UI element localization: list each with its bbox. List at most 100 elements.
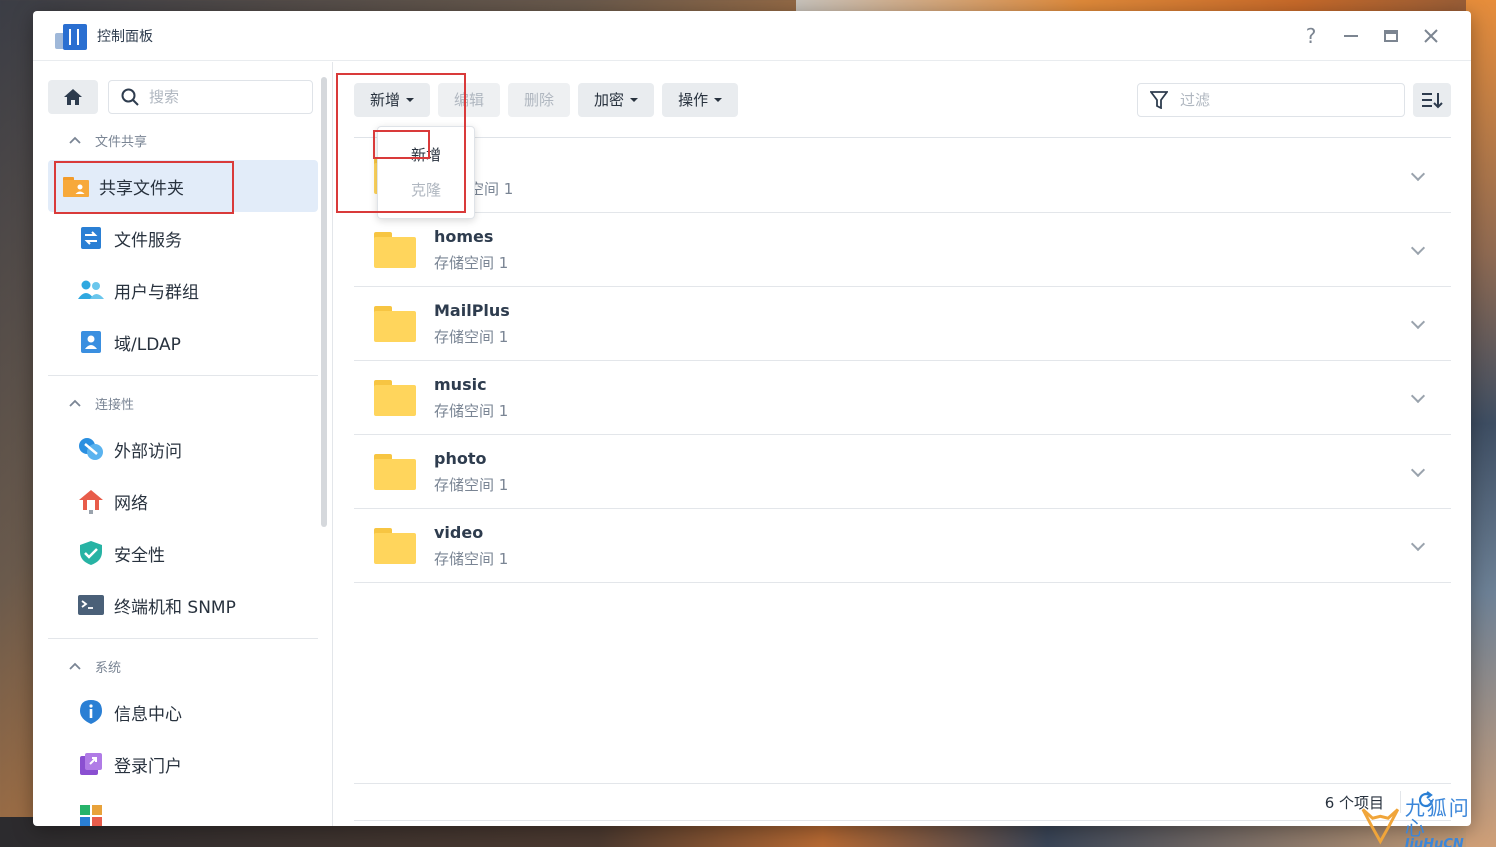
home-icon bbox=[64, 89, 82, 105]
folder-row[interactable]: at 储空间 1 bbox=[354, 139, 1451, 213]
caret-down-icon bbox=[406, 97, 415, 102]
control-panel-window: 控制面板 ? 文件共享 共享 bbox=[33, 11, 1471, 826]
sidebar-item-partial[interactable] bbox=[48, 790, 318, 826]
section-file-sharing[interactable]: 文件共享 bbox=[33, 120, 332, 160]
sidebar-divider bbox=[48, 375, 318, 376]
chevron-down-icon[interactable] bbox=[1410, 462, 1426, 478]
chevron-down-icon[interactable] bbox=[1410, 314, 1426, 330]
sidebar-item-label: 文件服务 bbox=[114, 230, 182, 251]
section-label: 文件共享 bbox=[95, 134, 148, 150]
sidebar-search[interactable] bbox=[108, 80, 313, 114]
fox-logo-icon bbox=[1361, 807, 1400, 844]
folder-row[interactable]: photo 存储空间 1 bbox=[354, 435, 1451, 509]
title-bar[interactable]: 控制面板 ? bbox=[33, 11, 1471, 61]
toolbar: 新增 编辑 删除 加密 操作 bbox=[354, 62, 1451, 138]
menu-item-add[interactable]: 新增 bbox=[378, 137, 474, 172]
add-button[interactable]: 新增 bbox=[354, 82, 431, 117]
folder-icon bbox=[374, 305, 416, 342]
sidebar-item-label: 终端机和 SNMP bbox=[114, 597, 236, 618]
folder-row[interactable]: music 存储空间 1 bbox=[354, 361, 1451, 435]
control-panel-icon bbox=[55, 21, 87, 51]
folder-volume: 存储空间 1 bbox=[434, 401, 509, 420]
edit-button-label: 编辑 bbox=[454, 91, 485, 109]
external-access-icon bbox=[78, 436, 104, 462]
sidebar-item-external-access[interactable]: 外部访问 bbox=[48, 423, 318, 475]
terminal-snmp-icon bbox=[78, 592, 104, 618]
network-icon bbox=[78, 488, 104, 514]
section-label: 连接性 bbox=[95, 397, 135, 413]
chevron-up-icon bbox=[69, 136, 81, 144]
info-center-icon bbox=[78, 699, 104, 725]
action-button-label: 操作 bbox=[678, 91, 709, 109]
sidebar-item-login-portal[interactable]: 登录门户 bbox=[48, 738, 318, 790]
sidebar-scrollbar[interactable] bbox=[321, 77, 327, 527]
sidebar-item-security[interactable]: 安全性 bbox=[48, 527, 318, 579]
app-icon bbox=[78, 803, 104, 826]
sort-icon bbox=[1422, 92, 1443, 108]
close-button[interactable] bbox=[1411, 21, 1451, 51]
sidebar-item-label: 域/LDAP bbox=[114, 334, 181, 355]
chevron-down-icon[interactable] bbox=[1410, 388, 1426, 404]
chevron-down-icon[interactable] bbox=[1410, 240, 1426, 256]
minimize-icon bbox=[1344, 34, 1358, 37]
main-panel: 新增 编辑 删除 加密 操作 过滤 新增 克隆 储空间 1 homes 存储空间… bbox=[354, 62, 1471, 826]
filter-box[interactable] bbox=[1137, 82, 1405, 117]
encrypt-button[interactable]: 加密 bbox=[578, 82, 655, 117]
folder-volume: 存储空间 1 bbox=[434, 475, 509, 494]
sidebar-item-label: 用户与群组 bbox=[114, 282, 199, 303]
home-button[interactable] bbox=[48, 80, 98, 114]
sort-button[interactable] bbox=[1413, 82, 1451, 117]
sidebar-item-label: 网络 bbox=[114, 493, 148, 514]
folder-volume: 存储空间 1 bbox=[434, 253, 509, 272]
sidebar-item-shared-folder[interactable]: 共享文件夹 bbox=[48, 160, 318, 212]
sidebar-item-domain-ldap[interactable]: 域/LDAP bbox=[48, 316, 318, 368]
chevron-down-icon[interactable] bbox=[1410, 536, 1426, 552]
sidebar-divider bbox=[48, 638, 318, 639]
sidebar-item-label: 登录门户 bbox=[114, 756, 182, 777]
delete-button[interactable]: 删除 bbox=[508, 82, 571, 117]
folder-row[interactable]: video 存储空间 1 bbox=[354, 509, 1451, 583]
chevron-up-icon bbox=[69, 399, 81, 407]
menu-item-clone[interactable]: 克隆 bbox=[378, 172, 474, 207]
section-system[interactable]: 系统 bbox=[33, 646, 332, 686]
action-button[interactable]: 操作 bbox=[662, 82, 739, 117]
folder-icon bbox=[374, 453, 416, 490]
maximize-button[interactable] bbox=[1371, 21, 1411, 51]
sidebar-item-label: 外部访问 bbox=[114, 441, 182, 462]
sidebar-item-terminal-snmp[interactable]: 终端机和 SNMP bbox=[48, 579, 318, 631]
chevron-down-icon[interactable] bbox=[1410, 166, 1426, 182]
login-portal-icon bbox=[78, 751, 104, 777]
add-dropdown-menu: 新增 克隆 bbox=[377, 126, 475, 219]
folder-name: music bbox=[434, 374, 487, 394]
folder-icon bbox=[374, 379, 416, 416]
watermark-en: JiuHuCN bbox=[1404, 837, 1464, 847]
search-input[interactable] bbox=[149, 88, 289, 106]
minimize-button[interactable] bbox=[1331, 21, 1371, 51]
close-icon bbox=[1424, 28, 1438, 43]
shared-folder-list: at 储空间 1 homes 存储空间 1 MailPlus 存储空间 1 bbox=[354, 139, 1451, 583]
sidebar-item-network[interactable]: 网络 bbox=[48, 475, 318, 527]
filter-input[interactable] bbox=[1180, 90, 1380, 109]
sidebar-item-users-groups[interactable]: 用户与群组 bbox=[48, 264, 318, 316]
folder-volume: 存储空间 1 bbox=[434, 327, 509, 346]
sidebar-item-file-services[interactable]: 文件服务 bbox=[48, 212, 318, 264]
edit-button[interactable]: 编辑 bbox=[438, 82, 501, 117]
folder-row[interactable]: MailPlus 存储空间 1 bbox=[354, 287, 1451, 361]
sidebar-item-info-center[interactable]: 信息中心 bbox=[48, 686, 318, 738]
caret-down-icon bbox=[630, 97, 639, 102]
shield-icon bbox=[78, 540, 104, 566]
domain-ldap-icon bbox=[78, 329, 104, 355]
sidebar-item-label: 共享文件夹 bbox=[99, 178, 184, 199]
window-title: 控制面板 bbox=[97, 28, 153, 45]
folder-row[interactable]: homes 存储空间 1 bbox=[354, 213, 1451, 287]
folder-icon bbox=[374, 527, 416, 564]
users-groups-icon bbox=[78, 277, 104, 303]
folder-name: photo bbox=[434, 448, 487, 468]
encrypt-button-label: 加密 bbox=[594, 91, 625, 109]
help-button[interactable]: ? bbox=[1291, 21, 1331, 51]
file-services-icon bbox=[78, 225, 104, 251]
section-connectivity[interactable]: 连接性 bbox=[33, 383, 332, 423]
folder-volume: 存储空间 1 bbox=[434, 549, 509, 568]
shared-folder-icon bbox=[63, 173, 89, 199]
caret-down-icon bbox=[714, 97, 723, 102]
